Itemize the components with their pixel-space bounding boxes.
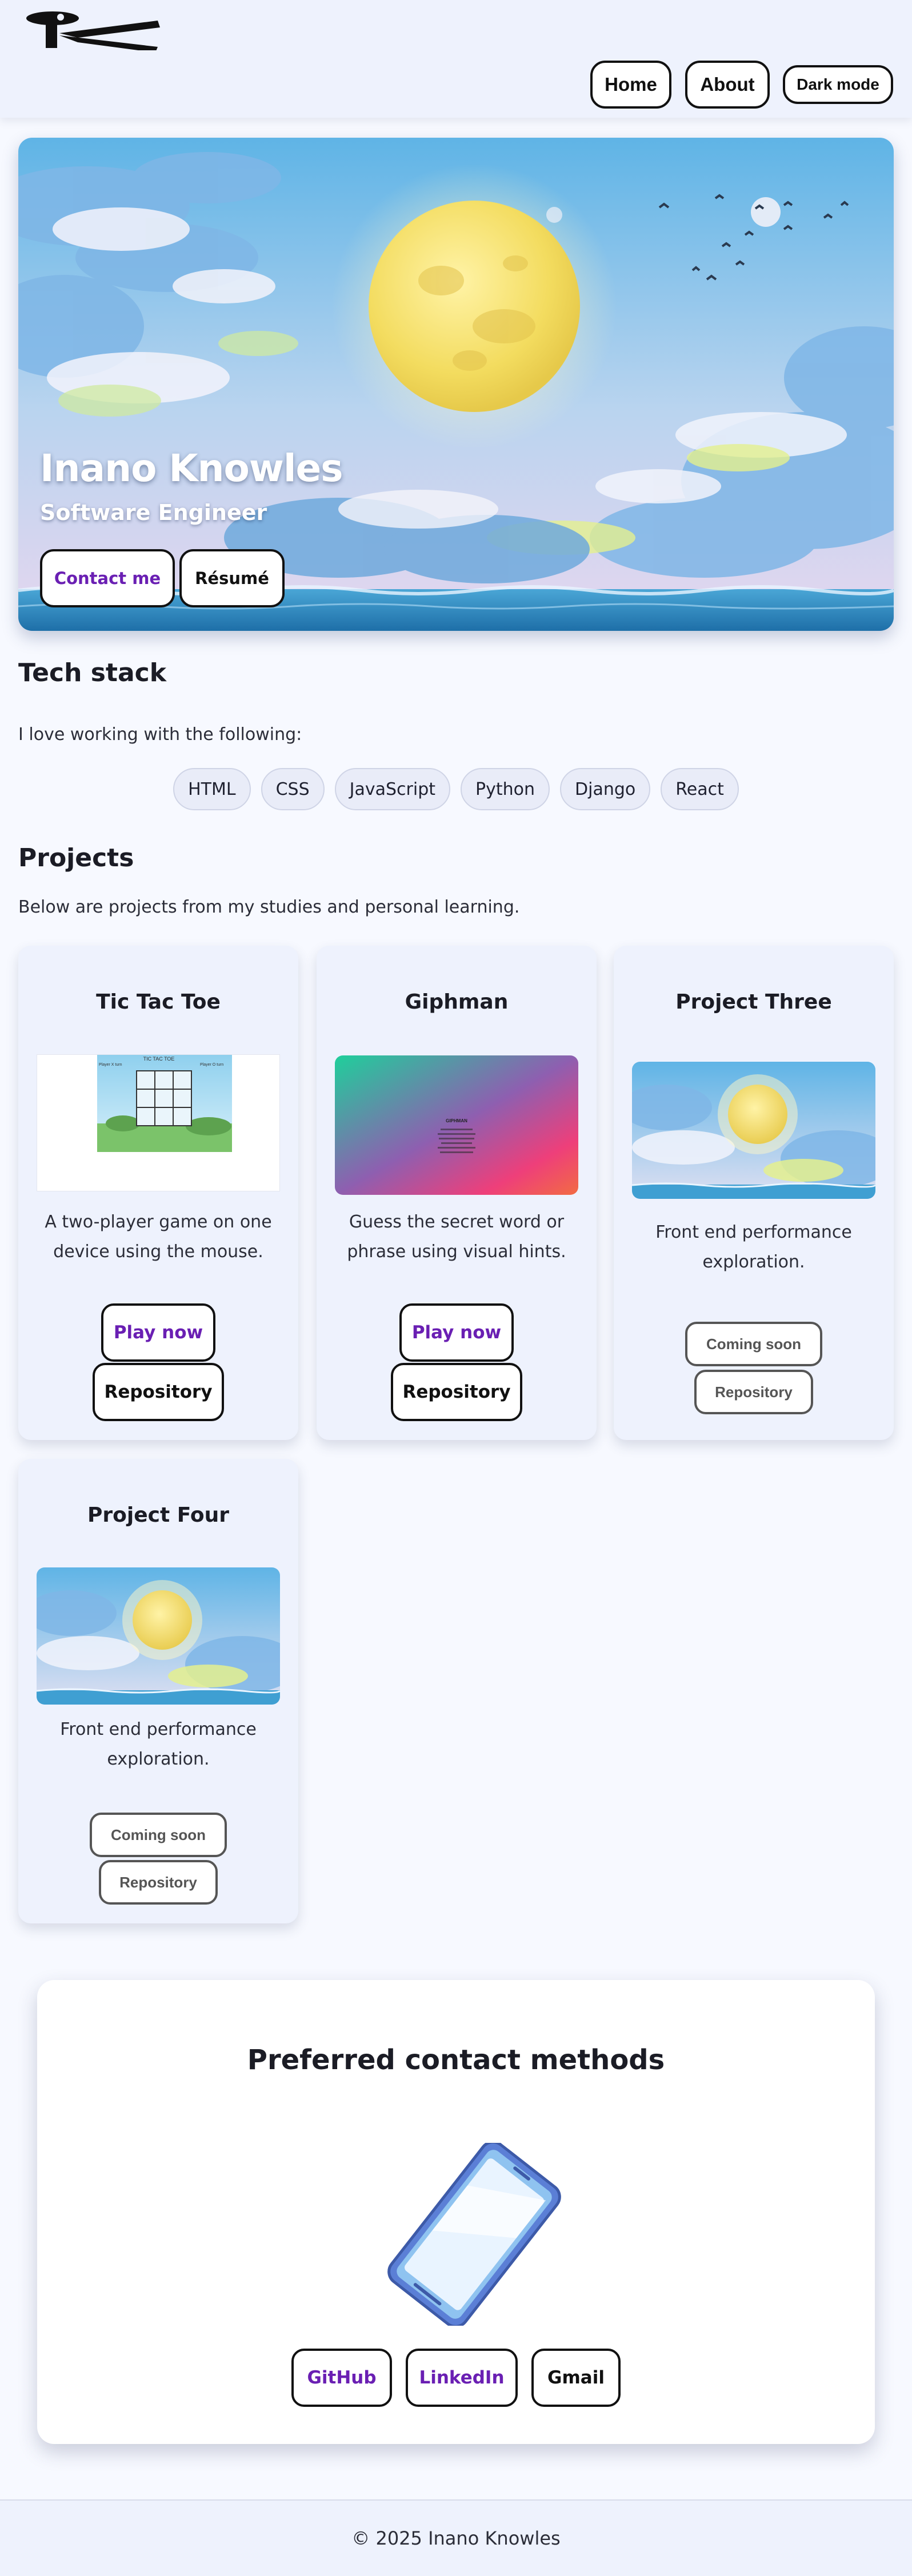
preview-title: GIPHMAN <box>446 1118 467 1123</box>
giphman-screenshot <box>335 1055 578 1195</box>
site-footer: © 2025 Inano Knowles <box>0 2499 912 2576</box>
giphman-preview[interactable]: GIPHMAN <box>335 1055 578 1195</box>
tic-tac-toe-screenshot <box>97 1055 232 1152</box>
linkedin-button[interactable]: LinkedIn <box>406 2349 518 2407</box>
moon-thumbnail <box>632 1062 875 1199</box>
project-title: Tic Tac Toe <box>96 990 221 1014</box>
repository-button[interactable]: Repository <box>99 1860 218 1905</box>
hero-banner: Inano Knowles Software Engineer Contact … <box>18 138 894 631</box>
tech-chip: React <box>661 768 739 810</box>
hero-role: Software Engineer <box>40 500 267 525</box>
dark-mode-toggle[interactable]: Dark mode <box>783 65 893 104</box>
play-now-button[interactable]: Play now <box>399 1303 514 1362</box>
project-title: Project Three <box>675 990 832 1014</box>
nav-about-button[interactable]: About <box>685 61 770 109</box>
contact-section: Preferred contact methods GitHub LinkedI… <box>37 1980 875 2444</box>
project-title: Giphman <box>405 990 509 1014</box>
project-title: Project Four <box>87 1503 229 1527</box>
resume-button[interactable]: Résumé <box>179 549 285 607</box>
tech-chip: CSS <box>261 768 325 810</box>
tech-stack-list: HTML CSS JavaScript Python Django React <box>0 768 912 810</box>
project-description: Guess the secret word or phrase using vi… <box>347 1212 566 1262</box>
play-now-button[interactable]: Play now <box>101 1303 215 1362</box>
tech-chip: JavaScript <box>334 768 451 810</box>
preview-title: TIC TAC TOE <box>143 1056 175 1062</box>
repository-button[interactable]: Repository <box>694 1370 813 1414</box>
project-four-preview <box>37 1567 280 1705</box>
preview-left-label: Player X turn <box>99 1063 122 1067</box>
project-card-giphman: Giphman GIPHMAN Guess the secret word or… <box>317 946 597 1440</box>
tech-stack-heading: Tech stack <box>18 658 166 687</box>
github-button[interactable]: GitHub <box>291 2349 392 2407</box>
projects-heading: Projects <box>18 843 134 873</box>
contact-heading: Preferred contact methods <box>247 2044 665 2076</box>
coming-soon-button[interactable]: Coming soon <box>90 1813 227 1857</box>
tic-tac-toe-preview[interactable]: TIC TAC TOE Player X turn Player O turn <box>37 1054 280 1191</box>
nav-home-button[interactable]: Home <box>590 61 671 109</box>
projects-intro: Below are projects from my studies and p… <box>18 897 520 917</box>
project-description: A two-player game on one device using th… <box>45 1212 272 1262</box>
site-header: Home About Dark mode <box>0 0 912 118</box>
tech-chip: Python <box>461 768 550 810</box>
project-description: Front end performance exploration. <box>655 1222 852 1272</box>
coming-soon-button[interactable]: Coming soon <box>685 1322 822 1366</box>
tech-chip: HTML <box>173 768 251 810</box>
project-description: Front end performance exploration. <box>60 1719 257 1769</box>
repository-button[interactable]: Repository <box>391 1363 522 1421</box>
contact-me-button[interactable]: Contact me <box>40 549 175 607</box>
project-card-three: Project Three Front end performance expl… <box>614 946 894 1440</box>
tech-stack-intro: I love working with the following: <box>18 725 302 745</box>
project-three-preview <box>632 1062 875 1199</box>
preview-right-label: Player O turn <box>200 1063 224 1067</box>
project-card-tic-tac-toe: Tic Tac Toe TIC TAC TOE Player X turn Pl… <box>18 946 298 1440</box>
project-card-four: Project Four Front end performance explo… <box>18 1459 298 1923</box>
moon-thumbnail <box>37 1567 280 1705</box>
site-logo[interactable] <box>25 10 162 50</box>
smartphone-icon <box>387 2143 561 2326</box>
tech-chip: Django <box>560 768 651 810</box>
repository-button[interactable]: Repository <box>93 1363 224 1421</box>
footer-copyright: © 2025 Inano Knowles <box>351 2527 561 2549</box>
hero-name: Inano Knowles <box>40 446 343 490</box>
gmail-button[interactable]: Gmail <box>531 2349 621 2407</box>
